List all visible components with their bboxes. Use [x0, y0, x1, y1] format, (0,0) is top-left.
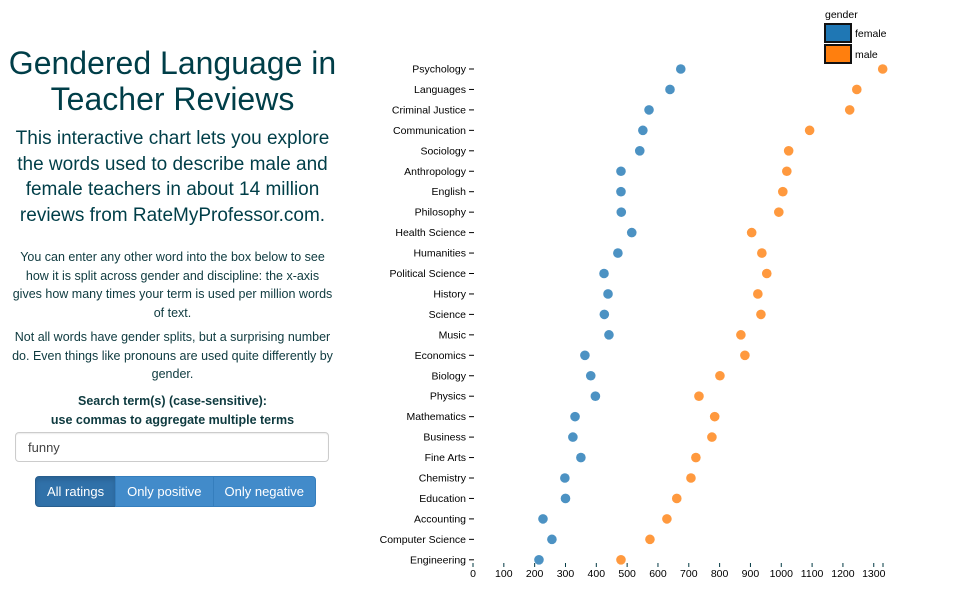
- y-tick-label-english: English: [432, 186, 467, 198]
- x-tick-label-1100: 1100: [801, 568, 824, 580]
- dot-male-sociology[interactable]: [783, 146, 794, 156]
- dot-female-music[interactable]: [604, 330, 614, 340]
- y-tick-label-computer-science: Computer Science: [380, 534, 467, 546]
- dot-female-physics[interactable]: [590, 391, 601, 402]
- legend-title: gender: [825, 9, 858, 21]
- y-tick-label-music: Music: [439, 329, 466, 341]
- dot-male-accounting[interactable]: [662, 514, 672, 524]
- dot-female-biology[interactable]: [585, 370, 596, 381]
- x-tick-label-200: 200: [526, 568, 544, 580]
- dot-male-anthropology[interactable]: [782, 166, 792, 177]
- y-axis: Psychology Languages Criminal Justice Commu…: [380, 64, 474, 566]
- x-tick-label-1200: 1200: [831, 568, 855, 580]
- dot-plot-chart: Psychology Languages Criminal Justice Commu…: [380, 9, 888, 580]
- dot-female-criminal-justice[interactable]: [644, 105, 654, 115]
- dot-male-philosophy[interactable]: [774, 207, 784, 217]
- x-tick-label-600: 600: [649, 568, 667, 580]
- dot-male-communication[interactable]: [804, 125, 815, 136]
- dot-female-mathematics[interactable]: [570, 411, 580, 422]
- y-tick-label-history: History: [433, 288, 466, 300]
- y-tick-label-education: Education: [419, 493, 466, 505]
- y-tick-label-engineering: Engineering: [410, 554, 466, 566]
- legend-label-female: female: [855, 28, 887, 40]
- y-tick-label-science: Science: [429, 309, 467, 321]
- x-tick-label-100: 100: [495, 568, 513, 580]
- dot-male-business[interactable]: [707, 432, 717, 442]
- dot-male-mathematics[interactable]: [709, 411, 720, 422]
- dot-male-computer-science[interactable]: [645, 534, 655, 545]
- dot-male-history[interactable]: [753, 289, 763, 299]
- dot-male-english[interactable]: [778, 186, 788, 197]
- y-tick-label-sociology: Sociology: [420, 145, 466, 157]
- dot-male-criminal-justice[interactable]: [844, 105, 855, 115]
- dot-male-languages[interactable]: [851, 84, 862, 95]
- dot-female-history[interactable]: [603, 289, 613, 299]
- dot-female-economics[interactable]: [580, 350, 590, 361]
- x-tick-label-800: 800: [711, 568, 729, 580]
- dot-female-fine-arts[interactable]: [576, 452, 586, 463]
- legend: gender female male: [824, 9, 887, 64]
- x-tick-label-1300: 1300: [862, 568, 886, 580]
- x-tick-label-400: 400: [588, 568, 606, 580]
- y-tick-label-anthropology: Anthropology: [404, 166, 467, 178]
- dot-female-education[interactable]: [560, 493, 571, 504]
- y-tick-label-health-science: Health Science: [395, 227, 466, 239]
- dot-male-education[interactable]: [671, 493, 682, 504]
- dot-male-science[interactable]: [756, 309, 766, 320]
- legend-swatch-female: [824, 23, 852, 43]
- x-tick-label-300: 300: [557, 568, 575, 580]
- dot-female-anthropology[interactable]: [616, 166, 626, 177]
- y-tick-label-economics: Economics: [415, 350, 466, 362]
- dot-female-health-science[interactable]: [626, 227, 637, 238]
- dot-female-business[interactable]: [568, 432, 578, 442]
- data-points: [534, 64, 888, 565]
- dot-male-fine-arts[interactable]: [691, 452, 701, 463]
- dot-female-accounting[interactable]: [538, 514, 548, 524]
- y-tick-label-philosophy: Philosophy: [415, 207, 467, 219]
- y-tick-label-accounting: Accounting: [414, 513, 466, 525]
- dot-female-languages[interactable]: [665, 84, 675, 95]
- y-tick-label-fine-arts: Fine Arts: [425, 452, 466, 464]
- x-tick-label-700: 700: [680, 568, 698, 580]
- y-tick-label-criminal-justice: Criminal Justice: [392, 104, 466, 116]
- dot-male-economics[interactable]: [740, 350, 750, 361]
- legend-label-male: male: [855, 49, 878, 61]
- y-tick-label-physics: Physics: [430, 391, 466, 403]
- dot-male-music[interactable]: [736, 330, 746, 340]
- y-tick-label-mathematics: Mathematics: [406, 411, 466, 423]
- dot-female-political-science[interactable]: [599, 268, 609, 279]
- dot-female-chemistry[interactable]: [560, 473, 570, 483]
- x-tick-label-1000: 1000: [770, 568, 794, 580]
- dot-female-computer-science[interactable]: [547, 534, 557, 545]
- dot-female-communication[interactable]: [638, 125, 648, 136]
- x-tick-label-0: 0: [470, 568, 476, 580]
- y-tick-label-psychology: Psychology: [412, 64, 466, 76]
- dot-female-science[interactable]: [599, 309, 610, 320]
- y-tick-label-chemistry: Chemistry: [419, 473, 467, 485]
- dot-male-psychology[interactable]: [877, 64, 888, 74]
- dot-female-engineering[interactable]: [534, 555, 544, 565]
- dot-female-sociology[interactable]: [634, 146, 645, 156]
- dot-male-health-science[interactable]: [746, 227, 757, 238]
- y-tick-label-biology: Biology: [432, 370, 467, 382]
- dot-male-humanities[interactable]: [757, 248, 767, 258]
- x-tick-label-500: 500: [618, 568, 636, 580]
- legend-swatch-male: [824, 44, 852, 64]
- dot-male-chemistry[interactable]: [686, 473, 696, 483]
- y-tick-label-business: Business: [423, 432, 466, 444]
- dot-male-political-science[interactable]: [761, 268, 772, 279]
- dot-female-psychology[interactable]: [675, 64, 686, 74]
- y-tick-label-languages: Languages: [414, 84, 466, 96]
- x-axis: 0 100 200 300 400 500 600 700 800 900 1000 1100 1200…: [470, 563, 886, 580]
- x-tick-label-900: 900: [742, 568, 760, 580]
- dot-male-engineering[interactable]: [616, 555, 626, 565]
- y-tick-label-humanities: Humanities: [413, 248, 466, 260]
- y-tick-label-communication: Communication: [393, 125, 466, 137]
- y-tick-label-political-science: Political Science: [390, 268, 467, 280]
- dot-female-philosophy[interactable]: [616, 207, 627, 217]
- dot-male-physics[interactable]: [694, 391, 704, 402]
- dot-male-biology[interactable]: [715, 370, 725, 381]
- dot-female-humanities[interactable]: [613, 248, 623, 258]
- dot-female-english[interactable]: [616, 186, 626, 197]
